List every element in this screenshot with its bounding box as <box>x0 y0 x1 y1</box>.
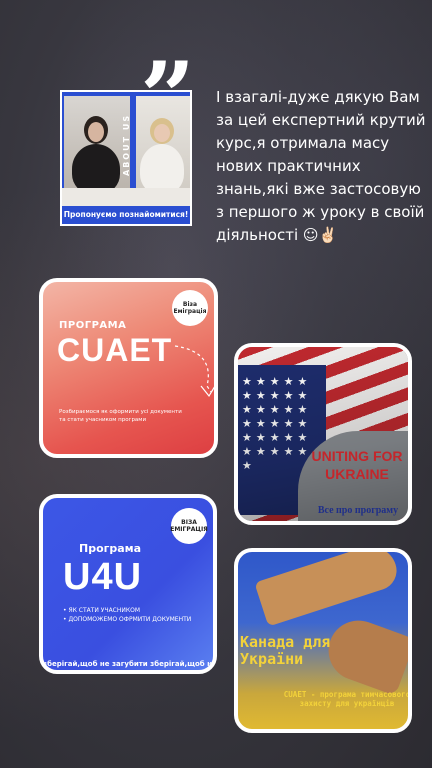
u4u-title: U4U <box>63 556 143 598</box>
dashed-arrow-icon <box>174 345 214 398</box>
flag-shade <box>238 347 408 521</box>
testimonial-text: І взагалі-дуже дякую Вам за цей експертн… <box>216 88 426 244</box>
quote-mark-icon: ” <box>140 41 196 154</box>
canada-subtitle: CUAET - програма тимчасового захисту для… <box>283 690 411 708</box>
cuaet-title: CUAET <box>57 332 173 368</box>
hand-icon <box>320 612 408 696</box>
cuaet-program-label: ПРОГРАМА <box>59 320 127 331</box>
cuaet-description: Розбираємося як оформити усі документи т… <box>59 409 182 423</box>
about-us-label: ABOUT US <box>122 113 131 176</box>
hand-icon <box>254 552 402 627</box>
u4u-program-label: Програма <box>79 542 142 555</box>
canada-title-line1: Канада для <box>240 633 331 651</box>
list-item: ДОПОМОЖЕМО ОФРМИТИ ДОКУМЕНТИ <box>63 615 191 624</box>
person-face <box>88 122 104 142</box>
visa-emigration-badge: Віза Еміграція <box>172 290 208 326</box>
visa-emigration-badge: ВІЗА ЕМІГРАЦІЯ <box>170 508 208 544</box>
canada-card[interactable]: Канада для України CUAET - програма тимч… <box>234 548 412 733</box>
canada-title-line2: України <box>240 650 304 668</box>
photo-caption: Пропонуємо познайомитися! <box>62 206 190 224</box>
u4u-list: ЯК СТАТИ УЧАСНИКОМ ДОПОМОЖЕМО ОФРМИТИ ДО… <box>63 606 191 624</box>
person-body <box>72 144 120 194</box>
list-item: ЯК СТАТИ УЧАСНИКОМ <box>63 606 191 615</box>
canada-title: Канада для України <box>240 634 330 668</box>
u4u-footer-ticker: зберігай,щоб не загубити зберігай,щоб не… <box>43 660 213 668</box>
uniting-for-ukraine-title: UNITING FOR UKRAINE <box>311 448 403 482</box>
cuaet-card[interactable]: Віза Еміграція ПРОГРАМА CUAET Розбираємо… <box>39 278 218 458</box>
uniting-for-ukraine-card[interactable]: ★★★★★★★★★★★★★★★★★★★★★★★★★★★★★★★ UNITING … <box>234 343 412 525</box>
uniting-for-ukraine-subtitle: Все про програму <box>317 505 399 516</box>
u4u-card[interactable]: ВІЗА ЕМІГРАЦІЯ Програма U4U ЯК СТАТИ УЧА… <box>39 494 217 674</box>
